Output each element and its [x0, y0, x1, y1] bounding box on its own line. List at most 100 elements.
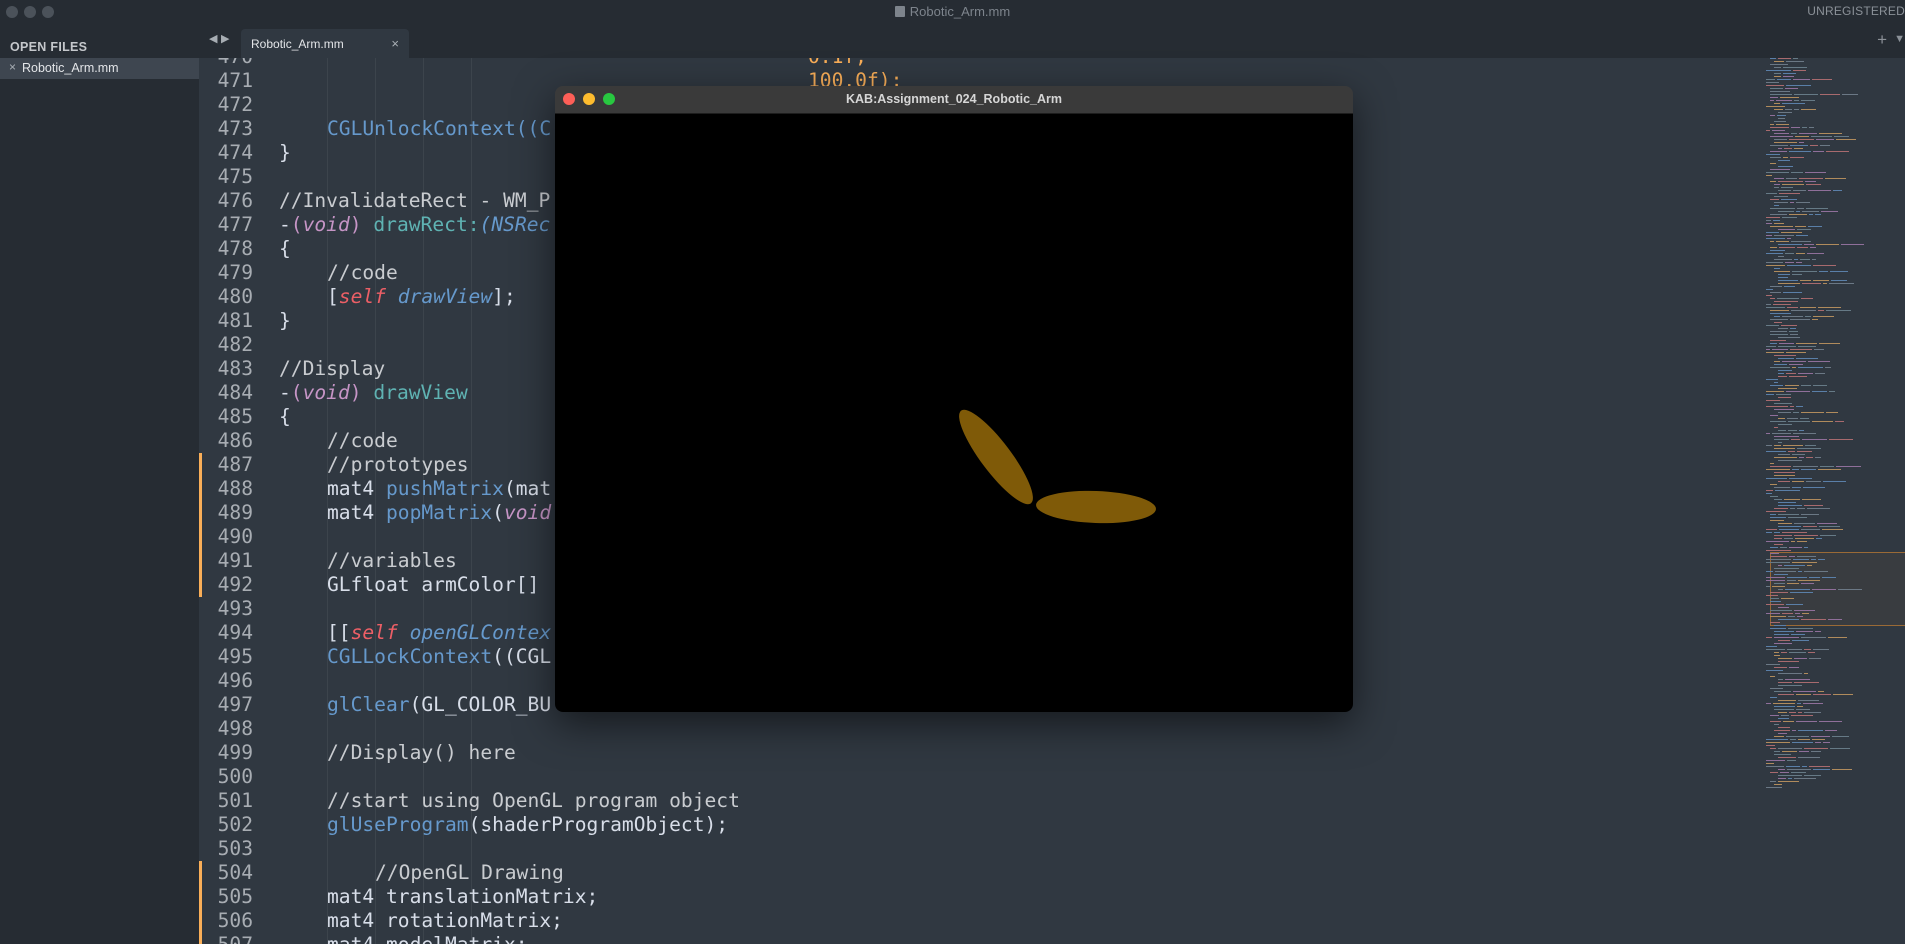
minimap-code-line	[1778, 481, 1790, 482]
minimap-code-line	[1774, 142, 1797, 143]
minimap-code-line	[1770, 688, 1783, 689]
minimap-code-line	[1774, 409, 1794, 410]
minimap-code-line	[1778, 412, 1791, 413]
line-number: 498	[217, 717, 253, 740]
minimap-code-line	[1795, 136, 1809, 137]
minimap-code-line	[1817, 523, 1837, 524]
minimap-code-line	[1791, 772, 1806, 773]
minimap-code-line	[1834, 136, 1849, 137]
minimap-code-line	[1770, 421, 1786, 422]
opengl-window[interactable]: KAB:Assignment_024_Robotic_Arm	[555, 86, 1353, 712]
add-tab-icon[interactable]: +	[1877, 30, 1887, 50]
forward-arrow-icon[interactable]: ▶	[221, 32, 229, 45]
minimap-code-line	[1796, 709, 1810, 710]
code-text: //Display() here	[327, 741, 516, 764]
minimap-code-line	[1786, 178, 1797, 179]
minimap-code-line	[1801, 298, 1813, 299]
minimap-code-line	[1766, 352, 1784, 353]
minimap-code-line	[1770, 772, 1778, 773]
minimap-code-line	[1809, 214, 1813, 215]
opengl-window-titlebar[interactable]: KAB:Assignment_024_Robotic_Arm	[555, 86, 1353, 114]
minimap-code-line	[1790, 406, 1794, 407]
minimap-code-line	[1776, 124, 1789, 125]
minimap-code-line	[1766, 445, 1772, 446]
minimap-code-line	[1813, 151, 1824, 152]
minimap-code-line	[1791, 172, 1803, 173]
tab-dropdown-icon[interactable]: ▼	[1894, 33, 1905, 45]
minimap-code-line	[1830, 748, 1850, 749]
minimap-code-line	[1770, 466, 1791, 467]
back-arrow-icon[interactable]: ◀	[209, 32, 217, 45]
minimap-code-line	[1792, 454, 1805, 455]
minimap-code-line	[1773, 304, 1791, 305]
minimap-code-line	[1774, 187, 1779, 188]
minimap-code-line	[1789, 139, 1814, 140]
minimap-code-line	[1841, 244, 1864, 245]
minimap-code-line	[1816, 244, 1839, 245]
tab-label[interactable]: Robotic_Arm.mm	[251, 37, 344, 51]
opengl-canvas[interactable]	[555, 114, 1353, 712]
minimap-code-line	[1791, 715, 1813, 716]
code-text: }	[279, 309, 291, 332]
line-number: 488	[217, 477, 253, 500]
minimap-code-line	[1770, 58, 1776, 59]
minimap-code-line	[1790, 508, 1795, 509]
minimap-code-line	[1825, 730, 1837, 731]
minimap-code-line	[1797, 556, 1816, 557]
minimap-code-line	[1777, 115, 1786, 116]
minimap-code-line	[1766, 532, 1772, 533]
minimap-code-line	[1813, 769, 1830, 770]
minimap-code-line	[1778, 397, 1791, 398]
close-icon[interactable]: ×	[9, 60, 16, 74]
minimap-code-line	[1766, 394, 1774, 395]
minimap-code-line	[1798, 700, 1819, 701]
minimap-code-line	[1766, 175, 1772, 176]
line-number: 476	[217, 189, 253, 212]
minimap-code-line	[1804, 571, 1828, 572]
minimap-code-line	[1784, 286, 1795, 287]
minimap-code-line	[1766, 571, 1773, 572]
minimap-code-line	[1816, 538, 1822, 539]
minimap-code-line	[1770, 247, 1777, 248]
minimap-code-line	[1802, 211, 1819, 212]
minimap-code-line	[1812, 421, 1833, 422]
minimap-code-line	[1798, 373, 1813, 374]
code-line: 507 mat4 modelMatrix;	[199, 933, 1764, 944]
code-text: -	[279, 381, 291, 404]
minimap-code-line	[1811, 751, 1821, 752]
minimap-code-line	[1813, 265, 1836, 266]
minimap-code-line	[1774, 736, 1784, 737]
minimap-code-line	[1776, 241, 1789, 242]
minimap-code-line	[1779, 193, 1800, 194]
minimap-code-line	[1838, 589, 1862, 590]
registration-status: UNREGISTERED	[1807, 4, 1905, 18]
minimap-code-line	[1770, 781, 1776, 782]
code-text: glUseProgram	[327, 813, 469, 836]
code-text: ((CGL	[492, 645, 552, 668]
minimap-code-line	[1774, 784, 1782, 785]
tab-robotic-arm[interactable]: Robotic_Arm.mm ×	[241, 29, 409, 58]
minimap-code-line	[1793, 190, 1806, 191]
minimap-code-line	[1790, 319, 1810, 320]
minimap-code-line	[1774, 259, 1792, 260]
code-line: 500	[199, 765, 1764, 789]
sidebar-file-item[interactable]: × Robotic_Arm.mm	[0, 58, 199, 79]
minimap-code-line	[1794, 658, 1807, 659]
minimap-code-line	[1766, 223, 1772, 224]
code-line: 505 mat4 translationMatrix;	[199, 885, 1764, 909]
minimap-code-line	[1766, 85, 1784, 86]
minimap-code-line	[1802, 439, 1827, 440]
sidebar-file-label[interactable]: Robotic_Arm.mm	[22, 61, 119, 75]
minimap[interactable]	[1764, 58, 1905, 944]
tab-close-icon[interactable]: ×	[391, 36, 399, 51]
minimap-code-line	[1770, 127, 1789, 128]
minimap-code-line	[1783, 292, 1802, 293]
minimap-code-line	[1782, 316, 1803, 317]
minimap-code-line	[1766, 613, 1780, 614]
minimap-code-line	[1778, 658, 1792, 659]
code-text: )	[349, 213, 362, 236]
minimap-code-line	[1782, 103, 1805, 104]
minimap-code-line	[1770, 484, 1777, 485]
minimap-code-line	[1801, 637, 1826, 638]
code-text: (shaderProgramObject);	[468, 813, 729, 836]
